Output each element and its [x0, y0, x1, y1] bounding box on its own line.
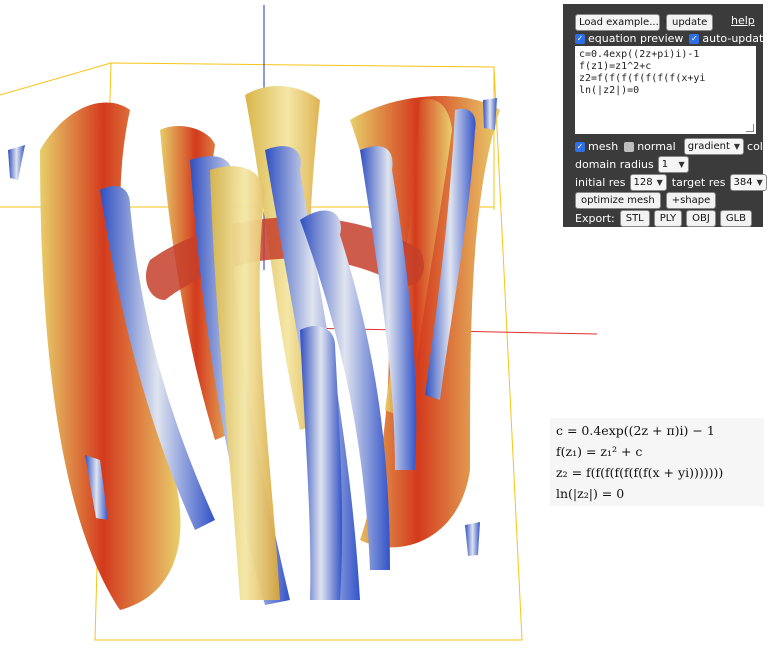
fragment-left [8, 145, 25, 180]
equation-preview-checkbox[interactable]: ✓ [575, 33, 585, 44]
resize-handle[interactable] [746, 124, 754, 132]
export-label: Export: [575, 212, 615, 225]
equation-line: ln(|z2|)=0 [579, 85, 640, 96]
auto-update-checkbox[interactable]: ✓ [689, 33, 700, 44]
initial-res-label: initial res [575, 176, 626, 189]
domain-radius-label: domain radius [575, 158, 654, 171]
domain-radius-value: 1 [661, 159, 669, 170]
normal-checkbox[interactable] [624, 141, 635, 152]
fragment-right [483, 98, 497, 130]
domain-radius-select[interactable]: 1 ▼ [657, 156, 689, 173]
equation-preview: c = 0.4exp((2z + π)i) − 1 f(z₁) = z₁² + … [550, 418, 764, 506]
preview-line: z₂ = f(f(f(f(f(f(f(x + yi))))))) [556, 465, 724, 480]
preview-line: ln(|z₂|) = 0 [556, 486, 625, 501]
chevron-down-icon: ▼ [678, 160, 685, 169]
initial-res-value: 128 [633, 177, 653, 188]
optimize-mesh-button[interactable]: optimize mesh [575, 192, 661, 209]
preview-line: f(z₁) = z₁² + c [556, 444, 643, 459]
color-mode-value: gradient [687, 141, 730, 152]
target-res-select[interactable]: 384 ▼ [729, 174, 767, 191]
equation-line: c=0.4exp((2z+pi)i)-1 [579, 49, 700, 60]
export-ply-button[interactable]: PLY [653, 210, 683, 227]
equation-line: f(z1)=z1^2+c [579, 61, 652, 72]
initial-res-select[interactable]: 128 ▼ [629, 174, 667, 191]
help-link[interactable]: help [731, 14, 755, 27]
mesh-checkbox[interactable]: ✓ [575, 141, 585, 152]
fragment-bottom-right [465, 522, 480, 556]
chevron-down-icon: ▼ [756, 178, 763, 187]
equation-line: z2=f(f(f(f(f(f(f(x+yi [579, 73, 706, 84]
add-shape-button[interactable]: +shape [665, 192, 717, 209]
target-res-value: 384 [733, 177, 753, 188]
examples-select-label: Load example... [579, 17, 659, 28]
equation-preview-label: equation preview [588, 32, 684, 45]
target-res-label: target res [671, 176, 726, 189]
mesh-surface [8, 85, 500, 610]
color-label: color [747, 140, 768, 153]
export-stl-button[interactable]: STL [619, 210, 650, 227]
tube-front-2 [300, 325, 343, 600]
chevron-down-icon: ▼ [656, 178, 663, 187]
chevron-down-icon: ▼ [733, 142, 741, 151]
examples-select[interactable]: Load example... ▼ [575, 14, 669, 31]
mesh-label: mesh [588, 140, 619, 153]
preview-line: c = 0.4exp((2z + π)i) − 1 [556, 423, 715, 438]
equation-textarea[interactable]: c=0.4exp((2z+pi)i)-1 f(z1)=z1^2+c z2=f(f… [575, 46, 756, 134]
tube-left-outer [40, 102, 181, 610]
export-glb-button[interactable]: GLB [719, 210, 753, 227]
auto-update-label: auto-update [702, 32, 768, 45]
control-panel: Load example... ▼ update help ✓ equation… [563, 4, 768, 227]
color-mode-select[interactable]: gradient ▼ [683, 138, 745, 155]
update-button[interactable]: update [666, 14, 714, 31]
export-obj-button[interactable]: OBJ [686, 210, 716, 227]
normal-label: normal [637, 140, 676, 153]
